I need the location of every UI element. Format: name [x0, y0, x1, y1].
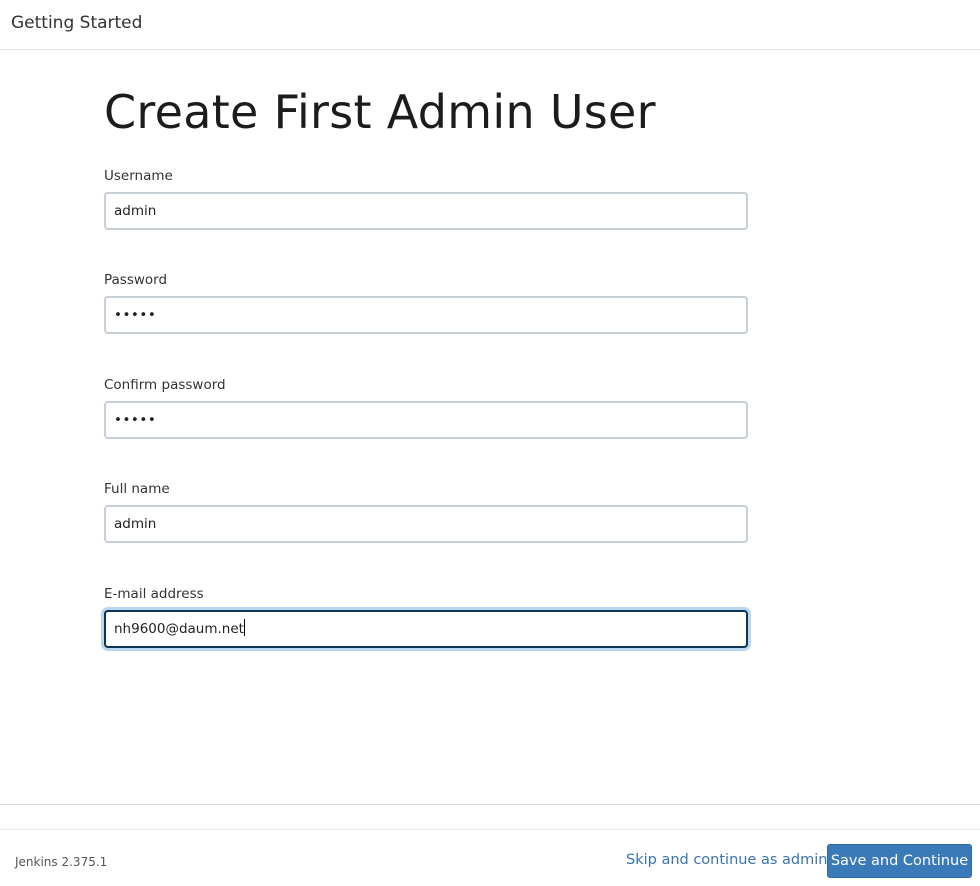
- page-title: Create First Admin User: [104, 85, 656, 139]
- full-name-label: Full name: [104, 481, 170, 497]
- email-input[interactable]: nh9600@daum.net: [104, 610, 748, 648]
- password-field-group: Password •••••: [104, 272, 748, 334]
- full-name-field-group: Full name admin: [104, 481, 748, 543]
- email-label: E-mail address: [104, 586, 204, 602]
- header-bar: Getting Started: [0, 0, 980, 50]
- version-label: Jenkins 2.375.1: [15, 855, 108, 869]
- username-label: Username: [104, 168, 173, 184]
- full-name-input[interactable]: admin: [104, 505, 748, 543]
- skip-and-continue-link[interactable]: Skip and continue as admin: [626, 852, 827, 868]
- password-label: Password: [104, 272, 168, 288]
- header-title: Getting Started: [11, 13, 143, 33]
- username-input[interactable]: admin: [104, 192, 748, 230]
- confirm-password-input[interactable]: •••••: [104, 401, 748, 439]
- password-input[interactable]: •••••: [104, 296, 748, 334]
- content-divider: [0, 804, 980, 805]
- confirm-password-label: Confirm password: [104, 377, 226, 393]
- footer-divider: [0, 829, 980, 830]
- confirm-password-field-group: Confirm password •••••: [104, 377, 748, 439]
- save-and-continue-button[interactable]: Save and Continue: [827, 844, 972, 878]
- username-field-group: Username admin: [104, 168, 748, 230]
- main-content: Create First Admin User Username admin P…: [104, 84, 749, 648]
- email-field-group: E-mail address nh9600@daum.net: [104, 586, 748, 648]
- email-input-value: nh9600@daum.net: [114, 621, 244, 637]
- text-caret: [243, 619, 245, 636]
